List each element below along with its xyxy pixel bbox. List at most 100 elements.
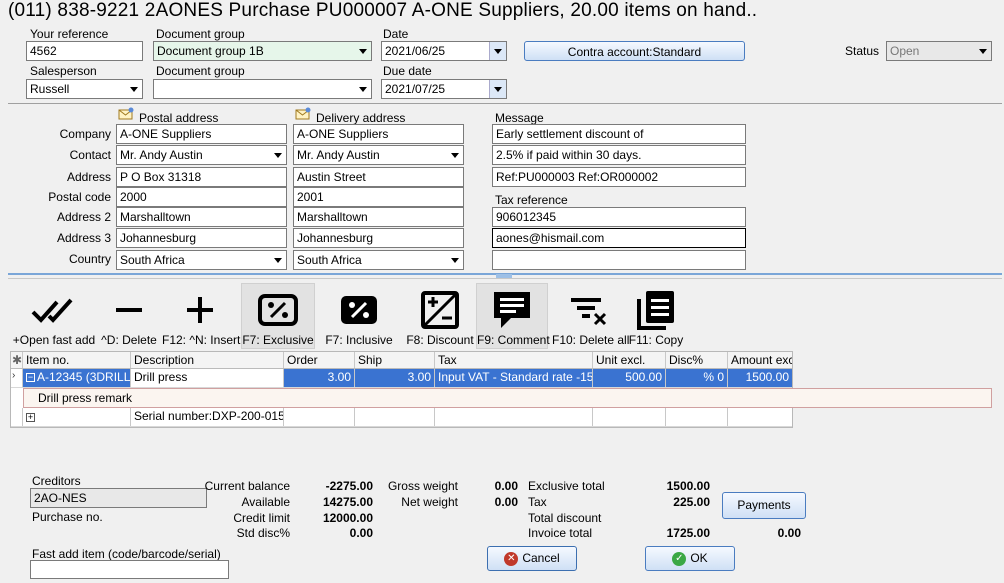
cell-unit-excl[interactable]: 500.00 [593,369,666,387]
due-date-input[interactable]: 2021/07/25 [381,79,507,99]
postal-country-select[interactable]: South Africa [116,250,287,270]
doc-group2-label: Document group [156,64,245,78]
std-disc-label: Std disc% [236,526,290,540]
your-reference-input[interactable]: 4562 [26,41,143,61]
expand-cell[interactable]: + [23,408,131,426]
delivery-postal-code-input[interactable]: 2001 [293,187,464,207]
inclusive-button[interactable]: F7: Inclusive [322,287,396,347]
payments-button[interactable]: Payments [722,492,806,519]
toolbar-label: ^D: Delete [101,333,157,347]
remark-row[interactable]: Drill press remark [23,388,992,408]
std-disc-value: 0.00 [349,526,373,540]
contra-account-button[interactable]: Contra account:Standard [524,41,745,61]
chevron-down-icon[interactable] [269,251,286,269]
address3-label: Address 3 [56,231,111,245]
line-items-grid[interactable]: ✱ Item no. Description Order Ship Tax Un… [10,351,992,428]
collapse-icon[interactable]: − [26,373,35,383]
col-unit-excl[interactable]: Unit excl. [593,352,666,368]
discount-button[interactable]: F8: Discount [404,287,476,347]
country-label: Country [68,252,111,266]
delivery-contact-select[interactable]: Mr. Andy Austin [293,145,464,165]
tax-reference-input[interactable]: 906012345 [492,207,746,227]
col-item-no[interactable]: Item no. [23,352,131,368]
gross-weight-value: 0.00 [494,479,518,493]
col-amount-excl[interactable]: Amount excl [728,352,792,368]
postal-contact-select[interactable]: Mr. Andy Austin [116,145,287,165]
chevron-down-icon[interactable] [446,251,463,269]
ok-button[interactable]: ✓ OK [645,546,735,571]
open-fast-add-button[interactable]: +Open fast add [12,287,96,347]
doc-group-label: Document group [156,27,245,41]
serial-empty-5 [666,408,728,426]
expand-icon[interactable]: + [26,413,35,422]
copy-button[interactable]: F11: Copy [626,287,686,347]
serial-number[interactable]: Serial number:DXP-200-01501 [131,408,284,426]
delete-button[interactable]: ^D: Delete [100,287,158,347]
credit-limit-label: Credit limit [233,511,290,525]
cell-description[interactable]: Drill press [131,369,284,387]
col-tax[interactable]: Tax [435,352,593,368]
doc-group2-select[interactable] [153,79,372,99]
col-ship[interactable]: Ship [355,352,435,368]
comment-icon [494,292,530,328]
date-input[interactable]: 2021/06/25 [381,41,507,61]
splitter-handle[interactable] [496,274,512,278]
exclusive-button[interactable]: F7: Exclusive [241,283,315,349]
salesperson-label: Salesperson [30,64,97,78]
delete-all-button[interactable]: F10: Delete all [552,287,629,347]
delivery-address2-input[interactable]: Marshalltown [293,207,464,227]
cell-amount-excl[interactable]: 1500.00 [728,369,792,387]
postal-code-input[interactable]: 2000 [116,187,287,207]
fast-add-input[interactable] [30,560,229,579]
calendar-dropdown-icon[interactable] [489,42,506,60]
col-disc[interactable]: Disc% [666,352,728,368]
calendar-dropdown-icon[interactable] [489,80,506,98]
chevron-down-icon[interactable] [125,80,142,98]
cell-item-no[interactable]: − A-12345 (3DRILL) [23,369,131,387]
purchase-no-label: Purchase no. [32,510,103,524]
cell-ship[interactable]: 3.00 [355,369,435,387]
cancel-label: Cancel [522,551,560,565]
delivery-contact-value: Mr. Andy Austin [297,148,380,162]
message-label: Message [495,111,544,125]
postal-address-header: Postal address [139,111,219,125]
delivery-country-select[interactable]: South Africa [293,250,464,270]
cancel-button[interactable]: ✕ Cancel [487,546,577,571]
table-row[interactable]: › − A-12345 (3DRILL) Drill press 3.00 3.0… [11,369,792,388]
email-input[interactable]: aones@hismail.com [492,228,746,248]
doc-group-select[interactable]: Document group 1B [153,41,372,61]
postal-address-input[interactable]: P O Box 31318 [116,167,287,187]
col-order[interactable]: Order [284,352,355,368]
insert-button[interactable]: F12: ^N: Insert [162,287,240,347]
cell-disc[interactable]: % 0 [666,369,728,387]
message-line-3[interactable]: Ref:PU000003 Ref:OR000002 [492,167,746,187]
chevron-down-icon[interactable] [354,42,371,60]
chevron-down-icon[interactable] [446,146,463,164]
cell-order[interactable]: 3.00 [284,369,355,387]
delivery-company-input[interactable]: A-ONE Suppliers [293,124,464,144]
postal-company-input[interactable]: A-ONE Suppliers [116,124,287,144]
chevron-down-icon[interactable] [354,80,371,98]
comment-button[interactable]: F9: Comment [476,283,550,349]
postal-address3-input[interactable]: Johannesburg [116,228,287,248]
extra-input[interactable] [492,250,746,270]
plus-icon [187,297,213,323]
cell-tax[interactable]: Input VAT - Standard rate -15% [435,369,593,387]
exclusive-tax-icon [258,294,298,326]
delivery-address3-input[interactable]: Johannesburg [293,228,464,248]
col-description[interactable]: Description [131,352,284,368]
postal-envelope-icon[interactable] [118,107,135,120]
net-weight-value: 0.00 [494,495,518,509]
message-line-1[interactable]: Early settlement discount of [492,124,746,144]
invoice-total-value: 1725.00 [666,526,710,540]
salesperson-select[interactable]: Russell [26,79,143,99]
delivery-address-input[interactable]: Austin Street [293,167,464,187]
serial-row[interactable]: + Serial number:DXP-200-01501 [11,408,792,427]
remark-text[interactable]: Drill press remark [24,389,146,407]
chevron-down-icon[interactable] [269,146,286,164]
chevron-down-icon[interactable] [974,42,991,60]
status-select[interactable]: Open [886,41,992,61]
postal-address2-input[interactable]: Marshalltown [116,207,287,227]
message-line-2[interactable]: 2.5% if paid within 30 days. [492,145,746,165]
delivery-envelope-icon[interactable] [295,107,312,120]
